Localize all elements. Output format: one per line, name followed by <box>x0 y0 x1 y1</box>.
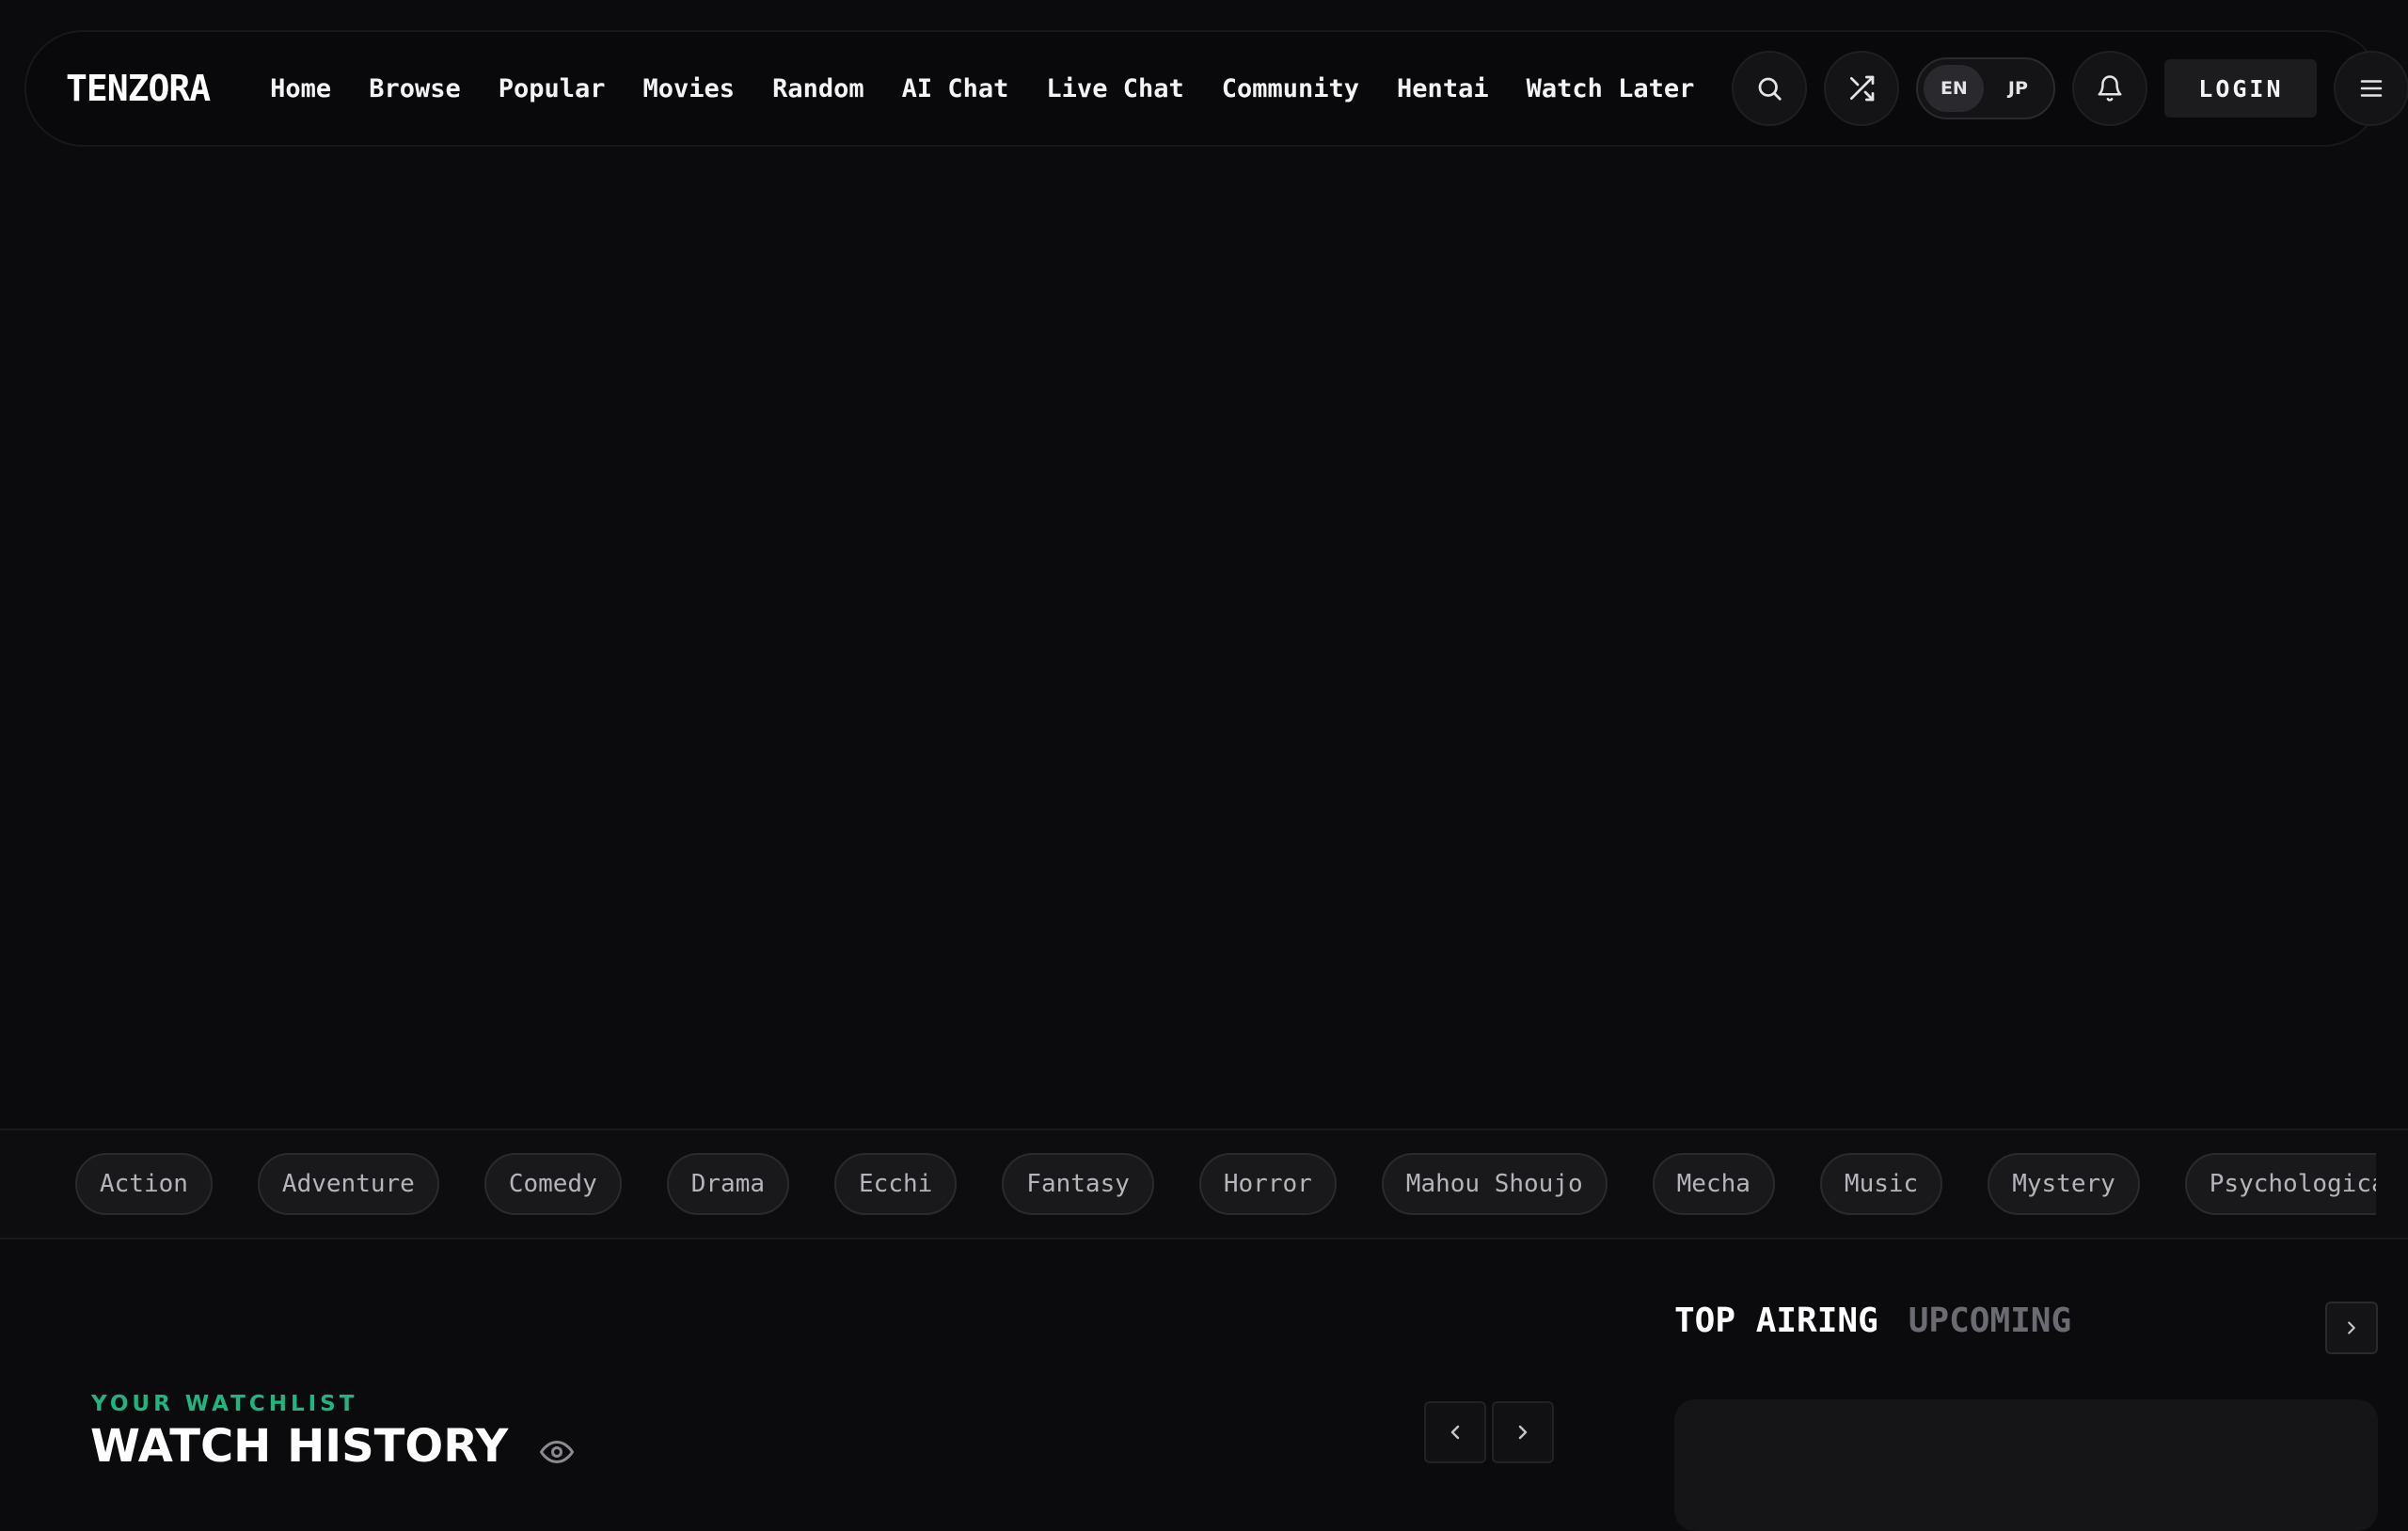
nav-link-browse[interactable]: Browse <box>369 74 461 103</box>
brand-logo[interactable]: TENZORA <box>66 68 211 109</box>
genre-chip-mystery[interactable]: Mystery <box>1988 1153 2140 1215</box>
genre-track: Action Adventure Comedy Drama Ecchi Fant… <box>75 1153 2376 1215</box>
login-button[interactable]: LOGIN <box>2164 59 2318 118</box>
menu-button[interactable] <box>2334 51 2408 126</box>
nav-link-movies[interactable]: Movies <box>643 74 736 103</box>
nav-link-ai-chat[interactable]: AI Chat <box>902 74 1009 103</box>
chevron-right-icon <box>2348 1321 2355 1334</box>
nav-link-popular[interactable]: Popular <box>499 74 606 103</box>
nav-link-home[interactable]: Home <box>270 74 331 103</box>
genre-chip-psychological[interactable]: Psychological <box>2184 1153 2376 1215</box>
watch-history-prev-button[interactable] <box>1424 1401 1486 1463</box>
watch-history-next-button[interactable] <box>1492 1401 1554 1463</box>
eye-icon[interactable] <box>540 1435 574 1469</box>
tab-upcoming[interactable]: UPCOMING <box>1909 1302 2071 1340</box>
menu-icon <box>2361 80 2383 97</box>
genre-chip-mahou-shoujo[interactable]: Mahou Shoujo <box>1381 1153 1608 1215</box>
top-navbar: TENZORA Home Browse Popular Movies Rando… <box>24 30 2408 147</box>
nav-actions: EN JP LOGIN <box>1732 51 2408 126</box>
genre-chip-adventure[interactable]: Adventure <box>257 1153 439 1215</box>
watch-history-title: WATCH HISTORY <box>90 1420 509 1473</box>
genre-chip-comedy[interactable]: Comedy <box>483 1153 622 1215</box>
genre-chip-drama[interactable]: Drama <box>666 1153 790 1215</box>
lang-option-en[interactable]: EN <box>1924 65 1985 112</box>
search-button[interactable] <box>1732 51 1808 126</box>
language-toggle: EN JP <box>1916 57 2056 119</box>
notifications-button[interactable] <box>2072 51 2148 126</box>
bell-icon <box>2098 75 2122 102</box>
shuffle-icon <box>1850 75 1875 102</box>
genre-chip-music[interactable]: Music <box>1819 1153 1943 1215</box>
nav-link-watch-later[interactable]: Watch Later <box>1527 74 1695 103</box>
genre-chip-ecchi[interactable]: Ecchi <box>834 1153 958 1215</box>
lang-option-jp[interactable]: JP <box>1988 65 2048 112</box>
genre-chip-fantasy[interactable]: Fantasy <box>1002 1153 1154 1215</box>
nav-link-community[interactable]: Community <box>1222 74 1359 103</box>
genre-chip-action[interactable]: Action <box>75 1153 213 1215</box>
top-airing-card[interactable] <box>1674 1399 2378 1531</box>
nav-link-live-chat[interactable]: Live Chat <box>1046 74 1183 103</box>
nav-link-hentai[interactable]: Hentai <box>1397 74 1489 103</box>
tab-top-airing[interactable]: TOP AIRING <box>1674 1302 1878 1340</box>
top-airing-tabs: TOP AIRING UPCOMING <box>1674 1302 2071 1340</box>
nav-link-random[interactable]: Random <box>772 74 864 103</box>
nav-links: Home Browse Popular Movies Random AI Cha… <box>270 74 1732 103</box>
genre-chip-mecha[interactable]: Mecha <box>1652 1153 1775 1215</box>
top-airing-next-button[interactable] <box>2325 1302 2378 1354</box>
shuffle-button[interactable] <box>1824 51 1900 126</box>
chevron-right-icon <box>1518 1425 1528 1440</box>
chevron-left-icon <box>1450 1425 1460 1440</box>
hero-banner <box>0 160 2408 1129</box>
watch-history-eyebrow: YOUR WATCHLIST <box>91 1392 358 1416</box>
search-icon <box>1759 77 1782 101</box>
genre-bar: Action Adventure Comedy Drama Ecchi Fant… <box>0 1129 2408 1239</box>
genre-chip-horror[interactable]: Horror <box>1198 1153 1337 1215</box>
